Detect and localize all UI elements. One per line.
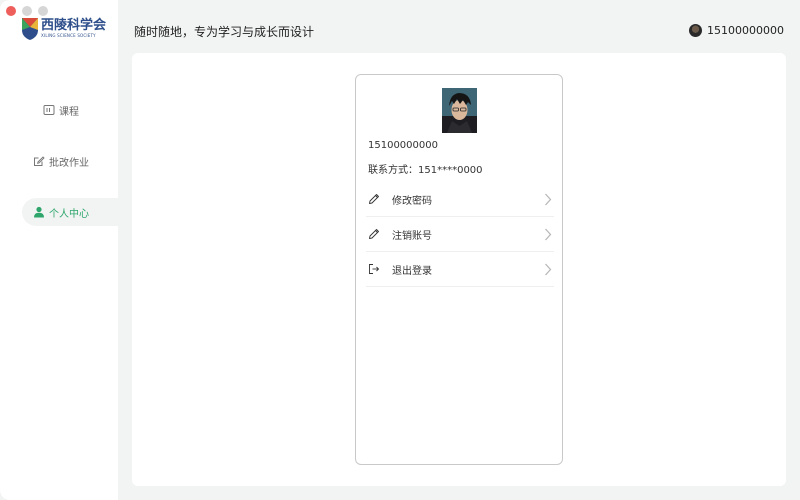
logout-icon [369,264,380,274]
avatar[interactable] [689,24,703,37]
pencil-icon [369,194,379,204]
sidebar-item-label: 课程 [59,106,79,118]
app-window: 西陵科学会 XILING SCIENCE SOCIETY 课程 批改作业 个人中… [0,0,800,500]
profile-card: 15100000000 联系方式：151****0000 修改密码 注销账号 退… [355,74,563,465]
chevron-right-icon [545,263,552,276]
user-icon [34,206,44,218]
edit-icon [34,156,45,166]
menu-item-label: 注销账号 [392,230,432,242]
change-password-item[interactable]: 修改密码 [366,182,554,217]
deactivate-account-item[interactable]: 注销账号 [366,217,554,252]
maximize-window-button[interactable] [38,6,48,16]
sidebar-item-label: 批改作业 [49,157,89,169]
window-controls [6,6,48,16]
menu-item-label: 修改密码 [392,195,432,207]
shield-logo-icon [22,18,38,40]
header-username: 15100000000 [707,24,784,37]
profile-menu: 修改密码 注销账号 退出登录 [366,182,554,287]
menu-item-label: 退出登录 [392,265,432,277]
sidebar-nav: 课程 批改作业 个人中心 [0,96,118,249]
sidebar: 西陵科学会 XILING SCIENCE SOCIETY 课程 批改作业 个人中… [0,0,118,500]
contact-label: 联系方式： [368,165,418,176]
profile-avatar-image [442,88,477,133]
profile-contact: 联系方式：151****0000 [368,161,483,176]
sidebar-item-course[interactable]: 课程 [22,96,118,124]
close-window-button[interactable] [6,6,16,16]
chevron-right-icon [545,228,552,241]
logo: 西陵科学会 XILING SCIENCE SOCIETY [22,18,106,40]
profile-avatar [442,88,477,133]
logo-name-en: XILING SCIENCE SOCIETY [41,33,96,38]
sidebar-item-label: 个人中心 [49,208,89,220]
profile-name: 15100000000 [368,140,438,151]
pencil-icon [369,229,379,239]
logout-item[interactable]: 退出登录 [366,252,554,287]
course-icon [43,105,55,115]
header-user[interactable]: 15100000000 [689,24,784,37]
contact-value: 151****0000 [418,165,483,176]
header-slogan: 随时随地，专为学习与成长而设计 [134,25,315,39]
chevron-right-icon [545,193,552,206]
main-content: 15100000000 联系方式：151****0000 修改密码 注销账号 退… [132,53,786,486]
minimize-window-button[interactable] [22,6,32,16]
sidebar-item-grade-homework[interactable]: 批改作业 [22,147,118,175]
logo-name-cn: 西陵科学会 [41,18,107,33]
sidebar-item-personal-center[interactable]: 个人中心 [22,198,118,226]
